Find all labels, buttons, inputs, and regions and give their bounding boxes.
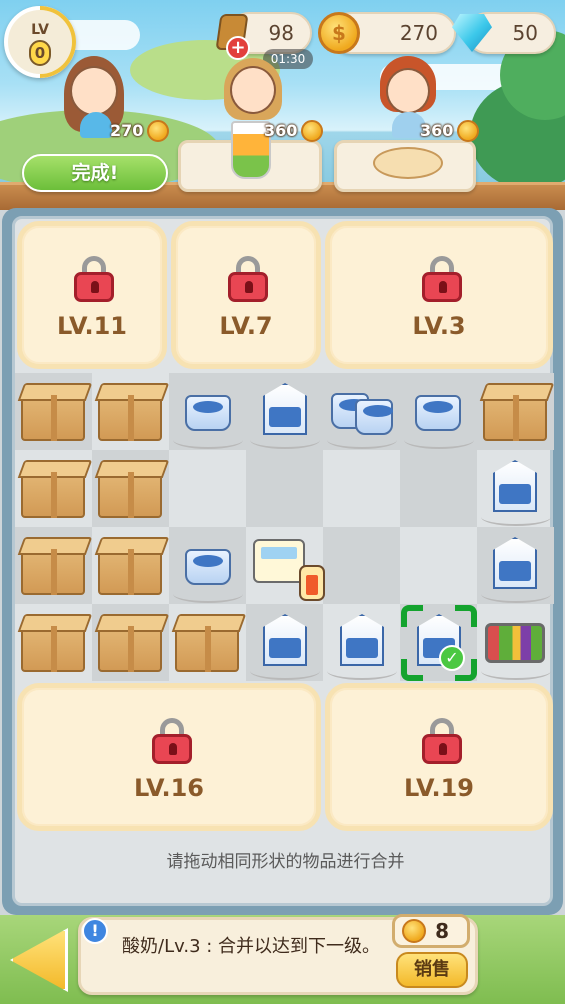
customer-body: [80, 112, 112, 138]
info-icon[interactable]: !: [82, 918, 108, 944]
coin-icon: [457, 120, 480, 142]
locked-zone-label: LV.7: [219, 312, 273, 340]
yogurt-cup-item[interactable]: [355, 399, 393, 435]
lock-icon: [422, 718, 462, 764]
milk-carton-item[interactable]: [493, 460, 537, 512]
coin-icon: [301, 120, 324, 142]
web-cover: [404, 431, 474, 449]
cardboard-box-item[interactable]: [21, 470, 85, 518]
locked-zone-lv7[interactable]: LV.7: [171, 221, 321, 369]
cardboard-box-item[interactable]: [21, 624, 85, 672]
board-grid: LV.11 LV.7 LV.3 ✓ LV.16 LV.19 请拖动相同形状的物品…: [12, 216, 554, 906]
customer-1-reward: 270: [110, 119, 170, 143]
cardboard-box-item[interactable]: [98, 547, 162, 595]
cardboard-box-item[interactable]: [175, 624, 239, 672]
coin-icon: [402, 919, 426, 943]
cardboard-box-item[interactable]: [98, 624, 162, 672]
coin-icon: $: [318, 12, 360, 54]
battery-icon: [299, 565, 325, 601]
locked-zone-lv16[interactable]: LV.16: [17, 683, 321, 831]
cardboard-box-item[interactable]: [21, 393, 85, 441]
coin-icon: [147, 120, 170, 142]
coin-value: 270: [399, 21, 438, 45]
cardboard-box-item[interactable]: [98, 470, 162, 518]
check-icon: ✓: [439, 645, 465, 671]
locked-zone-lv19[interactable]: LV.19: [325, 683, 553, 831]
customer-2-reward: 360: [264, 119, 324, 143]
locked-zone-label: LV.11: [57, 312, 127, 340]
web-cover: [173, 585, 243, 603]
sell-price-value: 8: [435, 919, 449, 943]
lock-icon: [422, 256, 462, 302]
locked-zone-label: LV.19: [404, 774, 474, 802]
merge-board: LV.11 LV.7 LV.3 ✓ LV.16 LV.19 请拖动相同形状的物品…: [2, 208, 563, 915]
customer-face: [230, 66, 276, 114]
cardboard-box-item[interactable]: [21, 547, 85, 595]
locked-zone-label: LV.16: [134, 774, 204, 802]
customer-3-reward: 360: [420, 119, 480, 143]
locked-zone-label: LV.3: [412, 312, 466, 340]
grid-cell[interactable]: [400, 450, 477, 527]
lock-icon: [228, 256, 268, 302]
customer-face: [70, 66, 118, 116]
cash-register-item[interactable]: [253, 539, 305, 583]
locked-zone-lv11[interactable]: LV.11: [17, 221, 167, 369]
cardboard-box-item[interactable]: [483, 393, 547, 441]
lock-icon: [152, 718, 192, 764]
energy-value: 98: [268, 21, 294, 45]
add-energy-button[interactable]: +: [226, 36, 250, 60]
web-cover: [481, 662, 551, 680]
gem-value: 50: [512, 21, 538, 45]
locked-zone-lv3[interactable]: LV.3: [325, 221, 553, 369]
yogurt-cup-item[interactable]: [185, 549, 231, 585]
dough-rolling-pin-icon: [373, 147, 443, 179]
item-description: 酸奶/Lv.3 : 合并以达到下一级。: [122, 936, 381, 957]
complete-order-button[interactable]: 完成!: [22, 154, 168, 192]
web-cover: [173, 431, 243, 449]
cardboard-box-item[interactable]: [98, 393, 162, 441]
player-level-badge[interactable]: LV 0: [4, 6, 76, 78]
milk-carton-item[interactable]: [340, 614, 384, 666]
merge-hint-text: 请拖动相同形状的物品进行合并: [166, 852, 405, 872]
customer-face: [386, 68, 430, 114]
customer-3-order[interactable]: [334, 140, 476, 192]
selection-frame: [401, 605, 477, 681]
customer-2-order[interactable]: [178, 121, 322, 192]
yogurt-cup-item[interactable]: [415, 395, 461, 431]
vegetable-basket-item[interactable]: [485, 623, 545, 663]
sell-button[interactable]: 销售: [396, 952, 468, 988]
grid-cell[interactable]: [246, 450, 323, 527]
yogurt-cup-item[interactable]: [185, 395, 231, 431]
lock-icon: [74, 256, 114, 302]
grid-cell[interactable]: [323, 527, 400, 604]
